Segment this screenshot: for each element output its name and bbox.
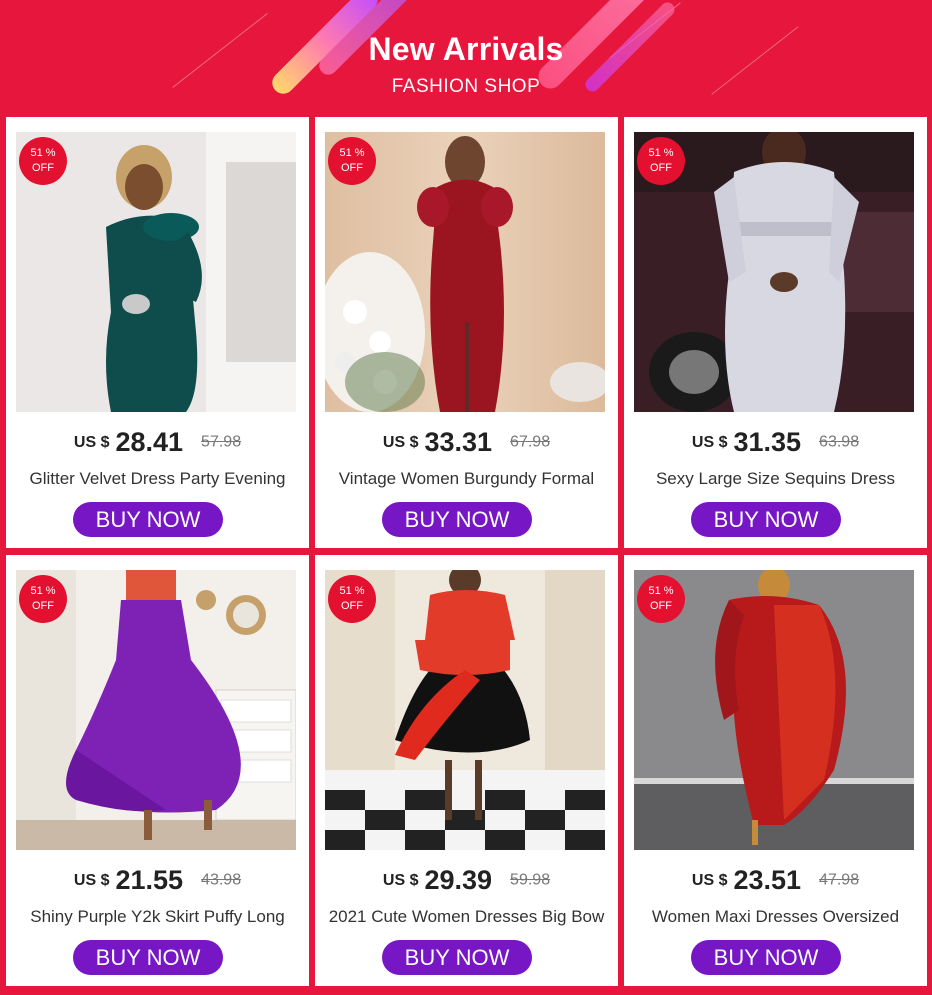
buy-now-button[interactable]: BUY NOW [691,502,841,537]
badge-off: OFF [32,600,54,612]
product-card[interactable]: 51 % OFF US $ 21.55 43.98 Shiny Purple Y2k… [6,555,309,986]
currency: US $ [691,871,728,889]
discount-badge: 51 % OFF [328,575,376,623]
badge-percent: 51 % [30,585,56,597]
buy-now-button[interactable]: BUY NOW [691,940,841,975]
original-price: 63.98 [819,433,860,451]
currency: US $ [382,433,419,451]
original-price: 57.98 [201,433,242,451]
badge-percent: 51 % [339,147,365,159]
discount-badge: 51 % OFF [637,575,685,623]
badge-off: OFF [32,162,54,174]
discount-badge: 51 % OFF [328,137,376,185]
product-title[interactable]: 2021 Cute Women Dresses Big Bow [319,907,614,927]
badge-percent: 51 % [648,147,674,159]
sale-price: 21.55 [115,865,184,895]
product-card[interactable]: 51 % OFF US $ 28.41 57.98 Glitter Velvet D… [6,117,309,548]
product-image[interactable]: 51 % OFF [325,570,605,850]
currency: US $ [73,871,110,889]
discount-badge: 51 % OFF [19,575,67,623]
currency: US $ [382,871,419,889]
currency: US $ [691,433,728,451]
badge-off: OFF [650,600,672,612]
sale-price: 23.51 [733,865,802,895]
buy-now-button[interactable]: BUY NOW [73,940,223,975]
badge-percent: 51 % [30,147,56,159]
original-price: 47.98 [819,871,860,889]
badge-off: OFF [650,162,672,174]
banner-subtitle: FASHION SHOP [391,76,541,97]
discount-badge: 51 % OFF [637,137,685,185]
badge-percent: 51 % [339,585,365,597]
original-price: 67.98 [510,433,551,451]
buy-now-button[interactable]: BUY NOW [382,940,532,975]
price-row: US $ 21.55 43.98 [6,865,309,896]
product-card[interactable]: 51 % OFF US $ 23.51 47.98 Women Maxi Dress… [624,555,927,986]
product-image[interactable]: 51 % OFF [16,570,296,850]
badge-off: OFF [341,162,363,174]
product-image[interactable]: 51 % OFF [634,570,914,850]
product-image[interactable]: 51 % OFF [16,132,296,412]
promo-page: New Arrivals FASHION SHOP 51 % OFF US $2 [0,0,932,995]
discount-badge: 51 % OFF [19,137,67,185]
original-price: 59.98 [510,871,551,889]
product-title[interactable]: Women Maxi Dresses Oversized [628,907,923,927]
product-card[interactable]: 51 % OFF US $ 29.39 59.98 2021 Cute Women … [315,555,618,986]
buy-now-button[interactable]: BUY NOW [73,502,223,537]
price-row: US $ 33.31 67.98 [315,427,618,458]
badge-percent: 51 % [648,585,674,597]
product-title[interactable]: Sexy Large Size Sequins Dress [628,469,923,489]
price-row: US $ 28.41 57.98 [6,427,309,458]
price-row: US $ 31.35 63.98 [624,427,927,458]
price-row: US $ 29.39 59.98 [315,865,618,896]
original-price: 43.98 [201,871,242,889]
product-image[interactable]: 51 % OFF [325,132,605,412]
price-row: US $ 23.51 47.98 [624,865,927,896]
product-image[interactable]: 51 % OFF [634,132,914,412]
product-card[interactable]: 51 % OFF US $ 31.35 63.98 Sexy Large Size … [624,117,927,548]
product-title[interactable]: Vintage Women Burgundy Formal [319,469,614,489]
sale-price: 33.31 [424,427,493,457]
product-card[interactable]: 51 % OFF US $ 33.31 67.98 Vintage Women Bu… [315,117,618,548]
product-title[interactable]: Glitter Velvet Dress Party Evening [10,469,305,489]
badge-off: OFF [341,600,363,612]
sale-price: 31.35 [733,427,802,457]
banner-title: New Arrivals [368,31,564,67]
product-title[interactable]: Shiny Purple Y2k Skirt Puffy Long [10,907,305,927]
buy-now-button[interactable]: BUY NOW [382,502,532,537]
header-banner: New Arrivals FASHION SHOP [0,0,932,115]
currency: US $ [73,433,110,451]
sale-price: 28.41 [115,427,184,457]
sale-price: 29.39 [424,865,493,895]
